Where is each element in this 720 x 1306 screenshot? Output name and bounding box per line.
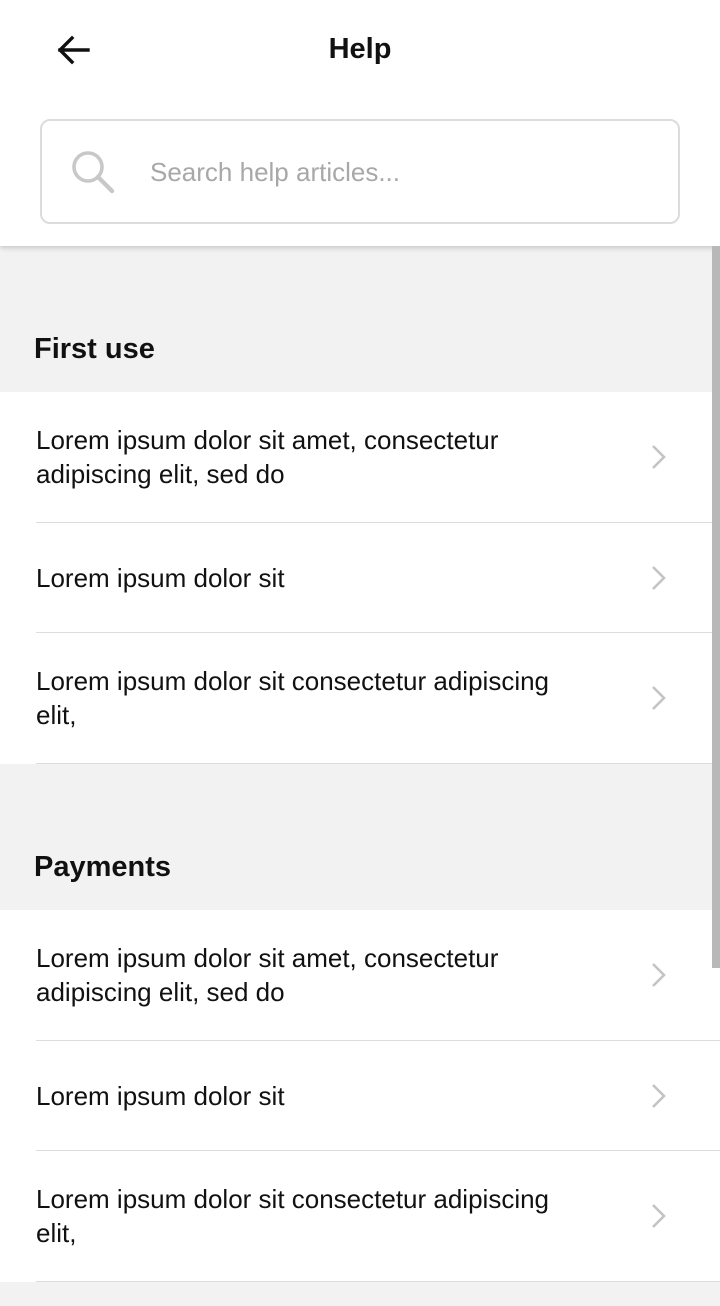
- chevron-right-icon: [652, 686, 666, 710]
- help-content: First use Lorem ipsum dolor sit amet, co…: [0, 246, 720, 1282]
- article-title: Lorem ipsum dolor sit consectetur adipis…: [36, 1184, 550, 1248]
- section-title: Payments: [34, 851, 172, 883]
- app-header: Help: [0, 0, 720, 246]
- section-header-first-use: First use: [0, 246, 720, 392]
- search-input[interactable]: [150, 141, 650, 203]
- article-item[interactable]: Lorem ipsum dolor sit consectetur adipis…: [36, 633, 720, 764]
- article-title: Lorem ipsum dolor sit amet, consectetur …: [36, 943, 499, 1007]
- article-title: Lorem ipsum dolor sit: [36, 562, 285, 593]
- chevron-right-icon: [652, 1083, 666, 1108]
- article-title: Lorem ipsum dolor sit: [36, 1080, 285, 1111]
- help-screen: Help First use Lorem ipsum dolor sit ame…: [0, 0, 720, 1306]
- article-list-first-use: Lorem ipsum dolor sit amet, consectetur …: [0, 392, 720, 764]
- chevron-right-icon: [652, 1204, 666, 1228]
- article-item[interactable]: Lorem ipsum dolor sit: [36, 523, 720, 633]
- page-title: Help: [328, 33, 392, 65]
- article-title: Lorem ipsum dolor sit consectetur adipis…: [36, 666, 550, 730]
- article-item[interactable]: Lorem ipsum dolor sit amet, consectetur …: [36, 392, 720, 523]
- chevron-right-icon: [652, 565, 666, 590]
- section-header-payments: Payments: [0, 764, 720, 910]
- search-icon: [72, 151, 115, 194]
- section-title: First use: [34, 333, 155, 365]
- article-title: Lorem ipsum dolor sit amet, consectetur …: [36, 425, 499, 489]
- search-bar[interactable]: [40, 119, 680, 224]
- article-item[interactable]: Lorem ipsum dolor sit: [36, 1041, 720, 1151]
- article-item[interactable]: Lorem ipsum dolor sit amet, consectetur …: [36, 910, 720, 1041]
- chevron-right-icon: [652, 445, 666, 469]
- article-item[interactable]: Lorem ipsum dolor sit consectetur adipis…: [36, 1151, 720, 1282]
- article-list-payments: Lorem ipsum dolor sit amet, consectetur …: [0, 910, 720, 1282]
- chevron-right-icon: [652, 963, 666, 987]
- scrollbar[interactable]: [712, 246, 720, 968]
